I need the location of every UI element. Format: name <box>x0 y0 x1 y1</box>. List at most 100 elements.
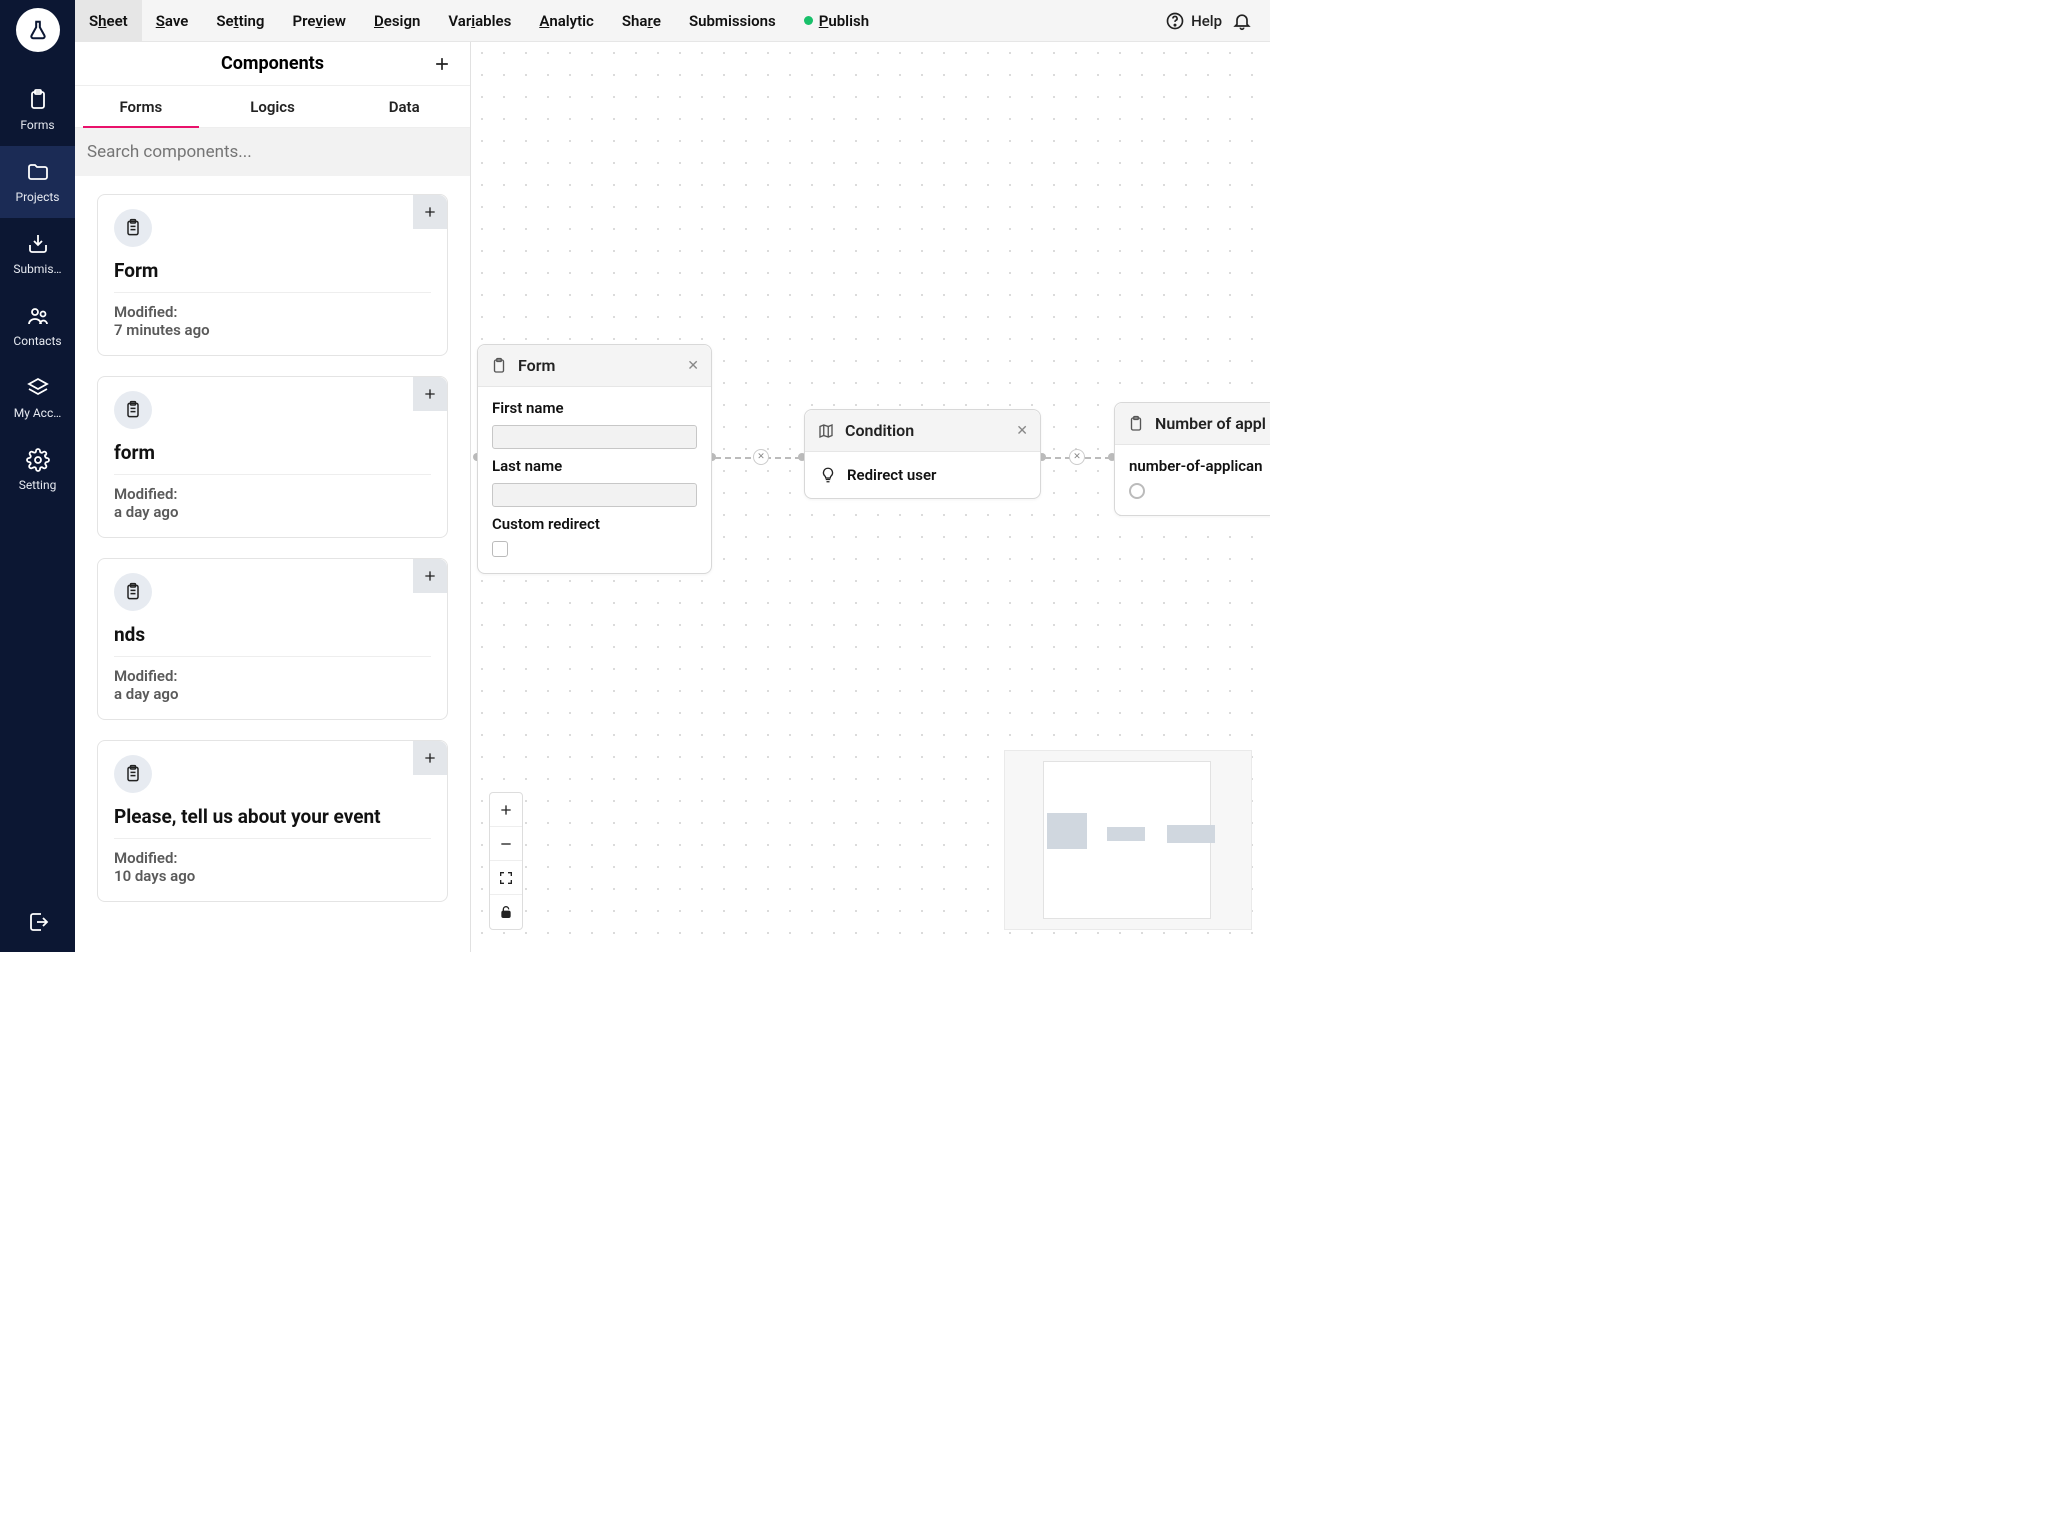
components-panel: Components Forms Logics Data Form Modifi… <box>75 42 471 952</box>
sidebar-item-projects[interactable]: Projects <box>0 146 75 218</box>
applicants-radio[interactable] <box>1129 483 1145 499</box>
flask-icon <box>27 19 49 41</box>
component-card[interactable]: Please, tell us about your event Modifie… <box>97 740 448 902</box>
gear-icon <box>26 448 50 472</box>
field-label-firstname: First name <box>492 399 697 417</box>
lock-button[interactable] <box>490 895 522 929</box>
menu-sheet[interactable]: Sheet <box>75 0 142 41</box>
map-icon <box>817 422 835 440</box>
tab-logics[interactable]: Logics <box>207 86 339 127</box>
status-dot <box>804 16 813 25</box>
sidebar: Forms Projects Submis… Contacts My Acc… … <box>0 0 75 952</box>
card-modified-value: 10 days ago <box>114 867 431 885</box>
card-add-button[interactable] <box>413 741 447 775</box>
tab-data[interactable]: Data <box>338 86 470 127</box>
zoom-controls <box>489 792 523 930</box>
node-header[interactable]: Number of appl <box>1115 403 1270 445</box>
component-card[interactable]: nds Modified: a day ago <box>97 558 448 720</box>
menu-share[interactable]: Share <box>608 0 675 41</box>
sidebar-item-label: Setting <box>19 478 57 492</box>
search-container <box>75 128 470 176</box>
search-input[interactable] <box>87 142 458 162</box>
inbox-icon <box>26 232 50 256</box>
help-icon <box>1165 11 1185 31</box>
menu-design[interactable]: Design <box>360 0 434 41</box>
menu-setting[interactable]: Setting <box>202 0 278 41</box>
plus-icon <box>498 802 514 818</box>
sidebar-item-logout[interactable] <box>0 896 75 952</box>
card-modified-label: Modified: <box>114 667 431 685</box>
first-name-input[interactable] <box>492 425 697 449</box>
add-component-button[interactable] <box>432 54 452 74</box>
component-card[interactable]: form Modified: a day ago <box>97 376 448 538</box>
connector-delete[interactable]: ✕ <box>1069 449 1085 465</box>
clipboard-icon <box>123 582 143 602</box>
zoom-out-button[interactable] <box>490 827 522 861</box>
menu-save[interactable]: Save <box>142 0 203 41</box>
minimap-node <box>1167 825 1215 843</box>
card-modified-value: a day ago <box>114 503 431 521</box>
node-title: Form <box>518 356 555 375</box>
clipboard-icon <box>123 218 143 238</box>
help-button[interactable]: Help <box>1165 11 1222 31</box>
fit-screen-button[interactable] <box>490 861 522 895</box>
sidebar-item-contacts[interactable]: Contacts <box>0 290 75 362</box>
card-modified-label: Modified: <box>114 485 431 503</box>
tab-forms[interactable]: Forms <box>75 86 207 127</box>
sidebar-item-label: Submis… <box>13 262 61 276</box>
menu-submissions[interactable]: Submissions <box>675 0 790 41</box>
sidebar-item-account[interactable]: My Acc… <box>0 362 75 434</box>
components-list[interactable]: Form Modified: 7 minutes ago form Modifi… <box>75 176 470 952</box>
help-label: Help <box>1191 12 1222 30</box>
fullscreen-icon <box>498 870 514 886</box>
card-title: form <box>114 441 431 475</box>
sidebar-item-forms[interactable]: Forms <box>0 74 75 146</box>
close-icon[interactable]: ✕ <box>1016 423 1028 439</box>
sidebar-item-label: Projects <box>16 190 60 204</box>
sidebar-item-submissions[interactable]: Submis… <box>0 218 75 290</box>
custom-redirect-checkbox[interactable] <box>492 541 508 557</box>
bell-icon <box>1232 11 1252 31</box>
canvas-node-form[interactable]: Form ✕ First name Last name Custom redir… <box>477 344 712 574</box>
panel-title: Components <box>221 53 324 74</box>
canvas-node-condition[interactable]: Condition ✕ Redirect user <box>804 409 1041 499</box>
connector-delete[interactable]: ✕ <box>753 449 769 465</box>
clipboard-icon <box>26 88 50 112</box>
node-header[interactable]: Condition ✕ <box>805 410 1040 452</box>
close-icon[interactable]: ✕ <box>687 358 699 374</box>
field-label-lastname: Last name <box>492 457 697 475</box>
canvas-node-applicants[interactable]: Number of appl number-of-applican <box>1114 402 1270 516</box>
card-icon <box>114 391 152 429</box>
last-name-input[interactable] <box>492 483 697 507</box>
card-add-button[interactable] <box>413 195 447 229</box>
zoom-in-button[interactable] <box>490 793 522 827</box>
panel-tabs: Forms Logics Data <box>75 86 470 128</box>
card-title: Please, tell us about your event <box>114 805 431 839</box>
menu-analytic[interactable]: Analytic <box>525 0 608 41</box>
card-add-button[interactable] <box>413 377 447 411</box>
lock-open-icon <box>498 904 514 920</box>
menu-variables[interactable]: Variables <box>434 0 525 41</box>
plus-icon <box>422 386 438 402</box>
card-icon <box>114 573 152 611</box>
minimap[interactable] <box>1004 750 1252 930</box>
minimap-node <box>1107 827 1145 841</box>
canvas[interactable]: ✕ ✕ Form ✕ First name Last name Custom r… <box>471 42 1270 952</box>
panel-header: Components <box>75 42 470 86</box>
node-header[interactable]: Form ✕ <box>478 345 711 387</box>
users-icon <box>26 304 50 328</box>
lightbulb-icon <box>819 466 837 484</box>
clipboard-icon <box>123 764 143 784</box>
layers-icon <box>26 376 50 400</box>
component-card[interactable]: Form Modified: 7 minutes ago <box>97 194 448 356</box>
card-add-button[interactable] <box>413 559 447 593</box>
sidebar-item-setting[interactable]: Setting <box>0 434 75 506</box>
menu-publish[interactable]: Publish <box>790 0 883 41</box>
card-modified-value: 7 minutes ago <box>114 321 431 339</box>
minus-icon <box>498 836 514 852</box>
notifications-button[interactable] <box>1232 11 1252 31</box>
menu-preview[interactable]: Preview <box>278 0 360 41</box>
topbar: Sheet Save Setting Preview Design Variab… <box>75 0 1270 42</box>
card-modified-label: Modified: <box>114 849 431 867</box>
node-body: First name Last name Custom redirect <box>478 387 711 573</box>
